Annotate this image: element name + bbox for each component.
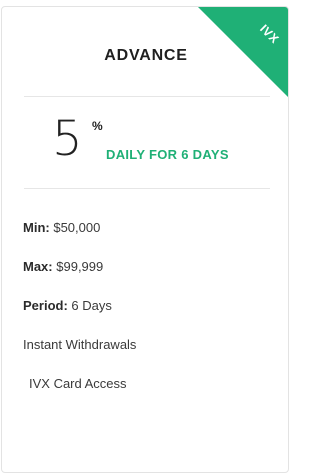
rate-value: 5 <box>52 111 83 167</box>
feature-label: Min: <box>23 220 50 235</box>
feature-label: Max: <box>23 259 53 274</box>
divider-bottom <box>24 188 270 189</box>
feature-period: Period: 6 Days <box>23 298 112 313</box>
rate-caption: DAILY FOR 6 DAYS <box>106 147 229 162</box>
feature-value: IVX Card Access <box>29 376 127 391</box>
plan-card: IVX ADVANCE 5 % DAILY FOR 6 DAYS Min: $5… <box>1 6 289 473</box>
feature-min: Min: $50,000 <box>23 220 100 235</box>
feature-value: $99,999 <box>56 259 104 274</box>
feature-label: Period: <box>23 298 68 313</box>
rate-unit: % <box>92 119 103 133</box>
feature-value: Instant Withdrawals <box>23 337 137 352</box>
rate-block: 5 % DAILY FOR 6 DAYS <box>50 113 270 173</box>
feature-max: Max: $99,999 <box>23 259 103 274</box>
feature-value: 6 Days <box>71 298 112 313</box>
feature-value: $50,000 <box>53 220 101 235</box>
plan-title: ADVANCE <box>104 47 188 64</box>
feature-card-access: IVX Card Access <box>29 376 127 391</box>
divider-top <box>24 96 270 97</box>
feature-withdrawals: Instant Withdrawals <box>23 337 136 352</box>
